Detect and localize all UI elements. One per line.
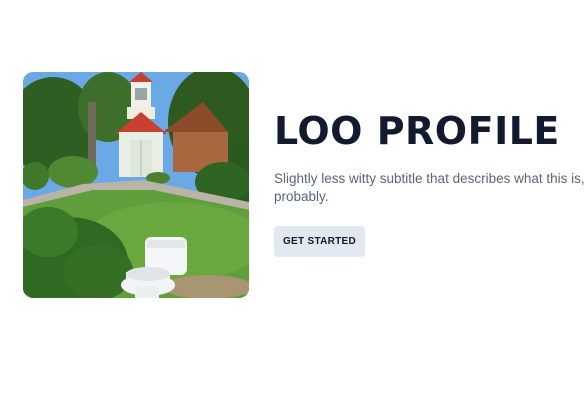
hero-section: LOO PROFILE Slightly less witty subtitle… — [0, 0, 588, 402]
hero-photo — [23, 72, 249, 298]
hero-text: LOO PROFILE Slightly less witty subtitle… — [274, 108, 586, 257]
page-title: LOO PROFILE — [274, 109, 560, 153]
get-started-button[interactable]: GET STARTED — [274, 226, 365, 257]
page-subtitle: Slightly less witty subtitle that descri… — [274, 171, 585, 204]
